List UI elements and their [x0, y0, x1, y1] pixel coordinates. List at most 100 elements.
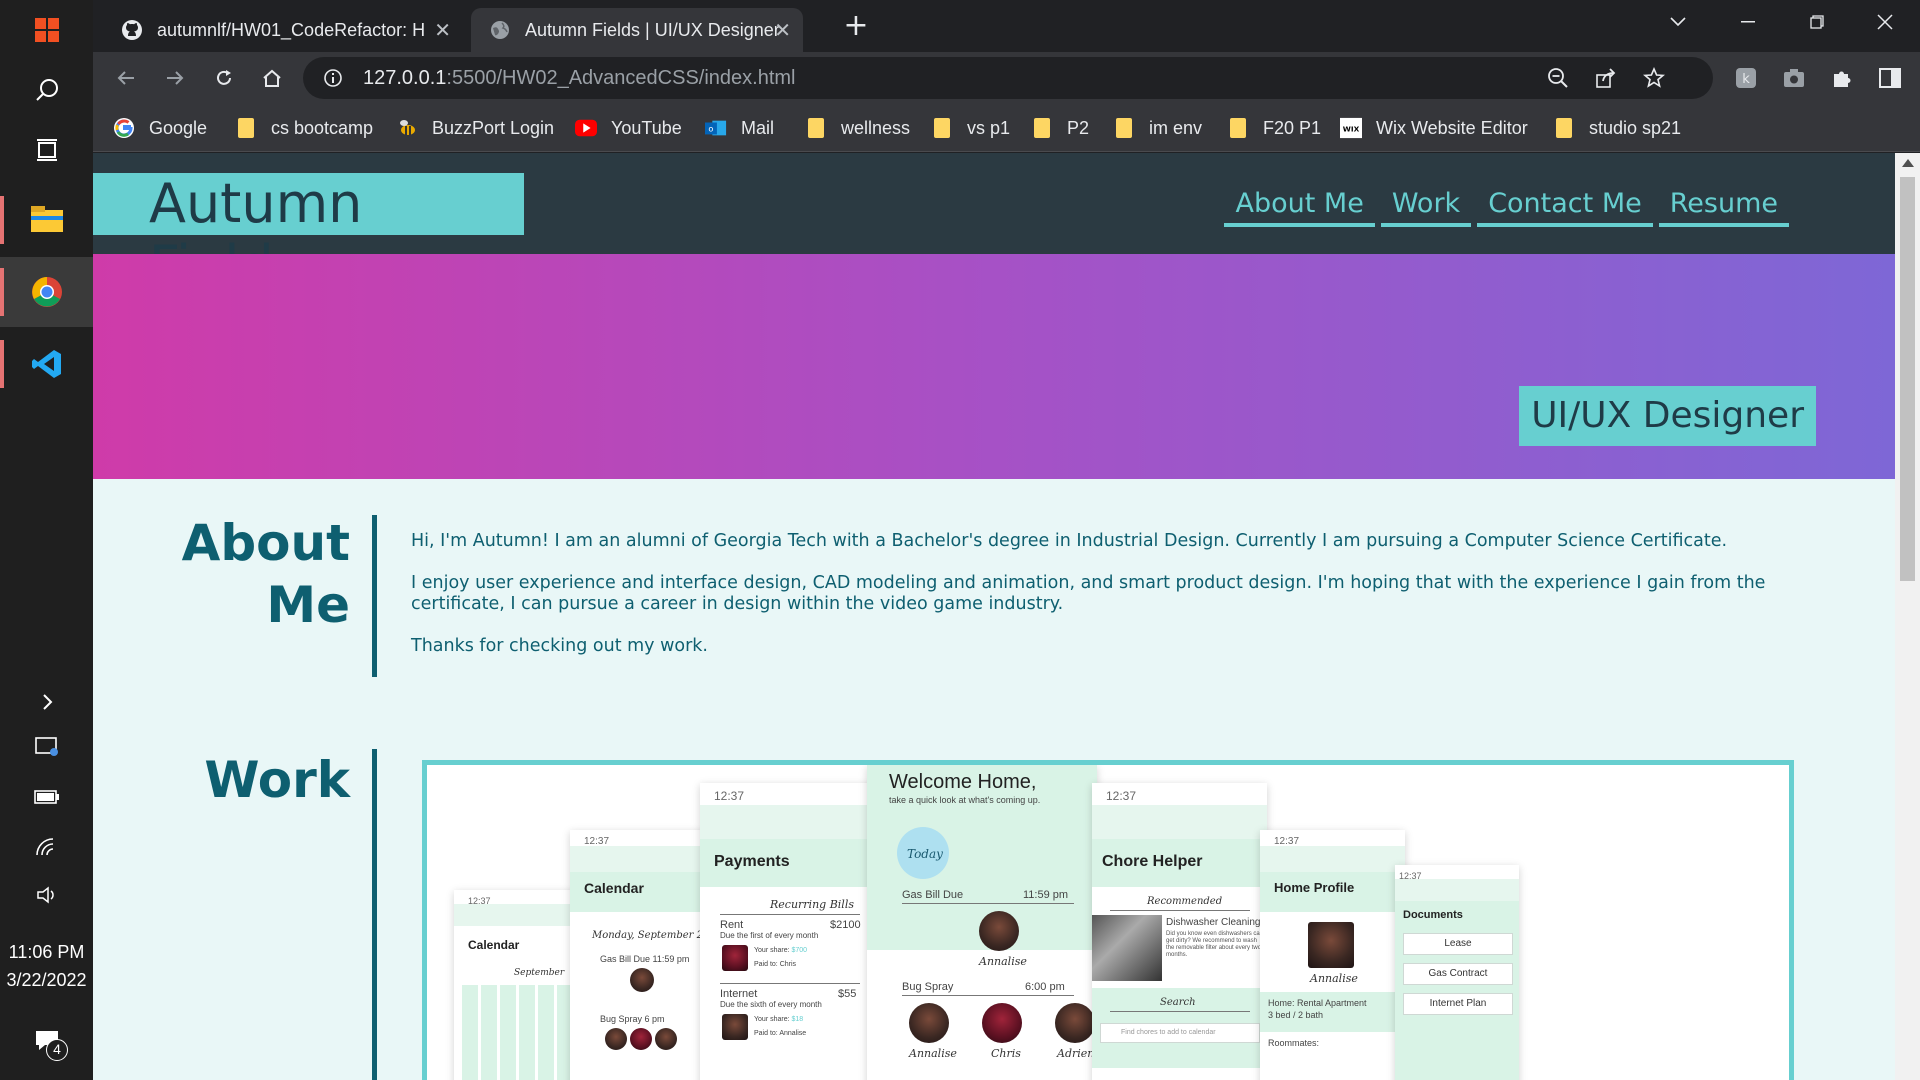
battery-button[interactable]	[0, 772, 93, 822]
arrow-left-icon	[117, 71, 134, 85]
bookmark-cs-bootcamp[interactable]: cs bootcamp	[235, 114, 373, 142]
search-button[interactable]	[0, 60, 93, 120]
address-bar[interactable]: 127.0.0.1:5500/HW02_AdvancedCSS/index.ht…	[303, 57, 1713, 99]
bookmark-vs-p1[interactable]: vs p1	[931, 114, 1010, 142]
bookmark-f20-p1[interactable]: F20 P1	[1227, 114, 1321, 142]
info-icon[interactable]	[323, 68, 343, 88]
minimize-button[interactable]	[1718, 0, 1778, 44]
nav-about-me[interactable]: About Me	[1224, 188, 1375, 227]
zoom-icon[interactable]	[1547, 67, 1569, 89]
start-button[interactable]	[0, 0, 93, 60]
share-label: Your share:	[754, 947, 790, 954]
clock-date[interactable]: 3/22/2022	[0, 970, 93, 991]
share-icon[interactable]	[1595, 67, 1617, 89]
home-button[interactable]	[256, 62, 288, 94]
bookmark-mail[interactable]: o Mail	[705, 114, 774, 142]
monitor-sync-icon	[34, 737, 58, 756]
assignee-name: Adrien	[1057, 1047, 1095, 1060]
bookmark-label: Mail	[741, 117, 775, 138]
bill-name: Rent	[720, 919, 744, 931]
main-nav: About Me Work Contact Me Resume	[1224, 188, 1789, 227]
forward-button[interactable]	[159, 62, 191, 94]
bookmark-buzzport[interactable]: BuzzPort Login	[396, 114, 554, 142]
nav-contact-me[interactable]: Contact Me	[1477, 188, 1653, 227]
back-button[interactable]	[110, 62, 142, 94]
tab-github[interactable]: autumnlf/HW01_CodeRefactor: H ✕	[103, 8, 463, 52]
page-scrollbar[interactable]	[1895, 153, 1920, 1080]
screen-title: Payments	[714, 853, 790, 870]
mockup-chore-helper: 12:37 Chore Helper Recommended Dishwashe…	[1092, 783, 1267, 1080]
nav-work[interactable]: Work	[1380, 188, 1472, 227]
outlook-icon: o	[705, 117, 727, 139]
bookmark-p2[interactable]: P2	[1031, 114, 1089, 142]
restore-button[interactable]	[1787, 0, 1847, 44]
scroll-up-arrow-icon[interactable]	[1902, 159, 1914, 167]
today-label: Today	[907, 847, 943, 861]
bookmark-google[interactable]: Google	[113, 114, 207, 142]
youtube-icon	[575, 117, 597, 139]
avatar	[909, 1003, 949, 1043]
close-icon	[1877, 14, 1893, 30]
extension-app-icon: k	[1736, 68, 1756, 88]
vscode-taskbar-button[interactable]	[0, 334, 93, 394]
bookmark-label: P2	[1067, 117, 1090, 138]
bookmark-wellness[interactable]: wellness	[805, 114, 910, 142]
documents-band	[1395, 901, 1519, 1080]
running-indicator	[0, 268, 4, 316]
extensions-button[interactable]	[1826, 62, 1858, 94]
new-tab-button[interactable]: +	[838, 8, 874, 44]
bookmark-studio-sp21[interactable]: studio sp21	[1553, 114, 1681, 142]
home-type: Home: Rental Apartment	[1268, 998, 1367, 1008]
bill-paid-to: Paid to: Chris	[754, 961, 796, 968]
paid-to-name: Chris	[779, 961, 797, 968]
bookmarks-bar: Google cs bootcamp BuzzPort Login YouTub…	[93, 104, 1920, 152]
folder-icon	[235, 117, 257, 139]
side-panel-icon	[1879, 68, 1901, 88]
chrome-taskbar-button[interactable]	[0, 257, 93, 327]
url-text[interactable]: 127.0.0.1:5500/HW02_AdvancedCSS/index.ht…	[363, 67, 796, 90]
screenshot-extension-button[interactable]	[1778, 62, 1810, 94]
url-path: :5500/HW02_AdvancedCSS/index.html	[446, 67, 796, 89]
event-title: Bug Spray	[902, 981, 954, 993]
file-explorer-button[interactable]	[0, 190, 93, 250]
event-gas-bill: Gas Bill Due 11:59 pm	[600, 954, 689, 964]
close-tab-icon[interactable]: ✕	[434, 18, 451, 43]
tray-app-button[interactable]	[0, 722, 93, 772]
nav-resume[interactable]: Resume	[1658, 188, 1789, 227]
google-icon	[113, 117, 135, 139]
camera-icon	[1784, 69, 1804, 87]
chevron-down-icon	[1670, 17, 1686, 27]
network-button[interactable]	[0, 822, 93, 872]
bookmark-im-env[interactable]: im env	[1113, 114, 1202, 142]
mockup-welcome-home: Welcome Home, take a quick look at what'…	[867, 765, 1097, 1080]
folder-icon	[1553, 117, 1575, 139]
divider	[902, 995, 1074, 996]
payer-avatar	[722, 945, 748, 971]
chore-description: Did you know even dishwashers can get di…	[1166, 931, 1264, 958]
volume-button[interactable]	[0, 870, 93, 920]
task-view-button[interactable]	[0, 120, 93, 180]
side-panel-button[interactable]	[1874, 62, 1906, 94]
work-project-image[interactable]: 12:37 Calendar September 12:37 Calendar …	[422, 760, 1794, 1080]
close-tab-icon[interactable]: ✕	[774, 18, 791, 43]
scrollbar-thumb[interactable]	[1900, 177, 1915, 581]
reload-button[interactable]	[208, 62, 240, 94]
bill-share: Your share: $18	[754, 1016, 803, 1023]
bookmark-wix[interactable]: WIX Wix Website Editor	[1340, 114, 1528, 142]
clock-time[interactable]: 11:06 PM	[0, 942, 93, 963]
home-icon	[263, 69, 281, 87]
action-center-button[interactable]: 4	[0, 1010, 93, 1070]
tab-search-button[interactable]	[1648, 0, 1708, 44]
reload-icon	[217, 70, 231, 85]
share-amount: $18	[791, 1016, 804, 1023]
tab-autumn-fields[interactable]: Autumn Fields | UI/UX Designer ✕	[471, 8, 803, 52]
bill-share: Your share: $700	[754, 947, 807, 954]
bookmark-youtube[interactable]: YouTube	[575, 114, 682, 142]
close-window-button[interactable]	[1855, 0, 1915, 44]
share-amount: $700	[791, 947, 808, 954]
about-heading-line2: Me	[266, 576, 350, 634]
avatar	[979, 911, 1019, 951]
svg-text:o: o	[708, 124, 713, 134]
star-icon[interactable]	[1643, 67, 1665, 89]
extension-button[interactable]: k	[1730, 62, 1762, 94]
